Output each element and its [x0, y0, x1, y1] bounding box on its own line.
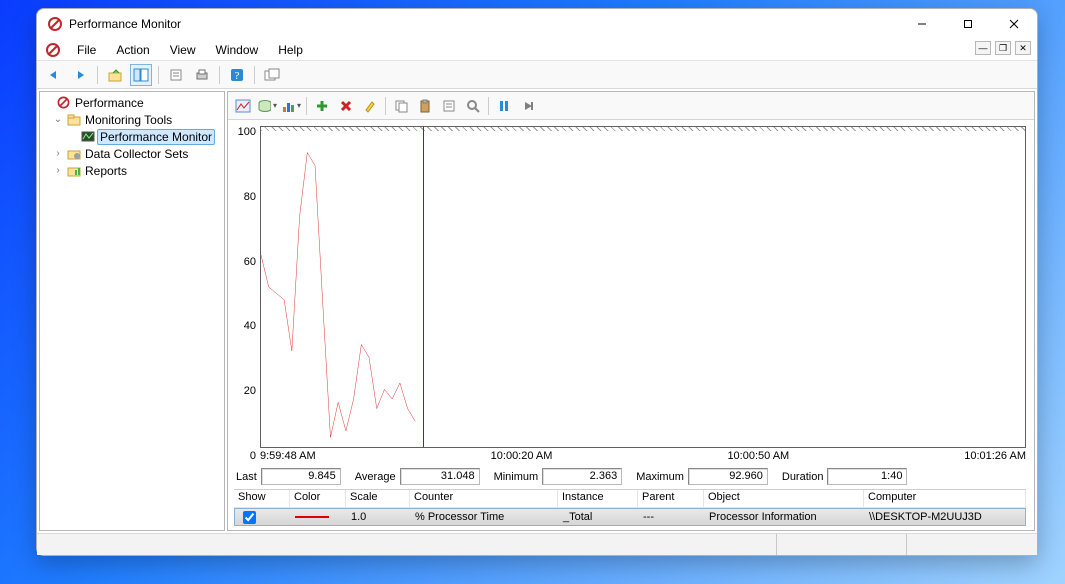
paste-button[interactable] [414, 95, 436, 117]
counter-computer: \\DESKTOP-M2UUJ3D [865, 511, 1025, 523]
svg-text:?: ? [235, 70, 240, 82]
folder-gear-icon [66, 146, 81, 161]
add-counter-button[interactable] [311, 95, 333, 117]
menu-action[interactable]: Action [106, 41, 159, 59]
counter-header-row: Show Color Scale Counter Instance Parent… [234, 490, 1026, 508]
col-color[interactable]: Color [290, 490, 346, 507]
folder-report-icon [66, 163, 81, 178]
menu-window[interactable]: Window [206, 41, 269, 59]
tree-reports[interactable]: › Reports [40, 162, 224, 179]
mdi-minimize-button[interactable]: — [975, 41, 991, 55]
view-log-button[interactable] [256, 95, 278, 117]
tree-performance-monitor[interactable]: Performance Monitor [40, 128, 224, 145]
stat-last-value: 9.845 [261, 468, 341, 485]
tree-data-collector-sets[interactable]: › Data Collector Sets [40, 145, 224, 162]
counter-name: % Processor Time [411, 511, 559, 523]
chart-plot[interactable] [260, 126, 1026, 448]
tree-label: Data Collector Sets [83, 147, 190, 161]
counter-parent: --- [639, 511, 705, 523]
menu-view[interactable]: View [160, 41, 206, 59]
stat-avg-label: Average [355, 471, 396, 483]
col-counter[interactable]: Counter [410, 490, 558, 507]
app-window: Performance Monitor File Action View Win… [36, 8, 1038, 556]
tree-monitoring-tools[interactable]: ⌄ Monitoring Tools [40, 111, 224, 128]
stat-min-value: 2.363 [542, 468, 622, 485]
time-cursor [423, 127, 424, 447]
titlebar[interactable]: Performance Monitor [37, 9, 1037, 39]
tree-root-performance[interactable]: Performance [40, 94, 224, 111]
expand-icon[interactable]: › [52, 165, 64, 176]
y-axis: 100806040200 [234, 126, 260, 462]
tree-label: Reports [83, 164, 129, 178]
tree-label: Performance [73, 96, 146, 110]
up-one-level-button[interactable] [104, 64, 126, 86]
stats-bar: Last 9.845 Average 31.048 Minimum 2.363 … [234, 462, 1026, 489]
minimize-button[interactable] [899, 9, 945, 39]
menubar: File Action View Window Help — ❐ ✕ [37, 39, 1037, 61]
maximize-button[interactable] [945, 9, 991, 39]
view-current-button[interactable] [232, 95, 254, 117]
close-button[interactable] [991, 9, 1037, 39]
counter-instance: _Total [559, 511, 639, 523]
help-button[interactable]: ? [226, 64, 248, 86]
stat-avg-value: 31.048 [400, 468, 480, 485]
x-axis: 9:59:48 AM10:00:20 AM10:00:50 AM10:01:26… [260, 448, 1026, 462]
col-parent[interactable]: Parent [638, 490, 704, 507]
monitor-icon [80, 129, 95, 144]
mdi-close-button[interactable]: ✕ [1015, 41, 1031, 55]
stat-dur-label: Duration [782, 471, 824, 483]
stat-min-label: Minimum [494, 471, 539, 483]
collapse-icon[interactable]: ⌄ [52, 114, 64, 125]
new-window-button[interactable] [261, 64, 283, 86]
app-icon [47, 16, 63, 32]
back-button[interactable] [43, 64, 65, 86]
folder-icon [66, 112, 81, 127]
forward-button[interactable] [69, 64, 91, 86]
status-bar [37, 533, 1037, 555]
menu-file[interactable]: File [67, 41, 106, 59]
col-object[interactable]: Object [704, 490, 864, 507]
performance-icon [56, 95, 71, 110]
properties-button[interactable] [165, 64, 187, 86]
perfmon-toolbar [228, 92, 1034, 120]
tree-panel[interactable]: Performance ⌄ Monitoring Tools Performan… [39, 91, 225, 531]
show-hide-tree-button[interactable] [130, 64, 152, 86]
content-panel: 100806040200 9:59:48 AM10:00:20 AM10:00:… [227, 91, 1035, 531]
col-computer[interactable]: Computer [864, 490, 1026, 507]
stat-last-label: Last [236, 471, 257, 483]
stat-max-label: Maximum [636, 471, 684, 483]
print-button[interactable] [191, 64, 213, 86]
counter-scale: 1.0 [347, 511, 411, 523]
properties-counter-button[interactable] [438, 95, 460, 117]
tree-label: Performance Monitor [97, 129, 215, 145]
window-title: Performance Monitor [69, 17, 181, 31]
col-instance[interactable]: Instance [558, 490, 638, 507]
counter-row[interactable]: 1.0 % Processor Time _Total --- Processo… [234, 508, 1026, 526]
freeze-button[interactable] [493, 95, 515, 117]
stat-dur-value: 1:40 [827, 468, 907, 485]
menu-help[interactable]: Help [268, 41, 313, 59]
counter-color-swatch [295, 516, 329, 518]
tree-label: Monitoring Tools [83, 113, 174, 127]
counter-object: Processor Information [705, 511, 865, 523]
counter-list[interactable]: Show Color Scale Counter Instance Parent… [234, 489, 1026, 526]
delete-counter-button[interactable] [335, 95, 357, 117]
update-button[interactable] [517, 95, 539, 117]
col-scale[interactable]: Scale [346, 490, 410, 507]
mdi-restore-button[interactable]: ❐ [995, 41, 1011, 55]
mdi-app-icon [45, 42, 61, 58]
change-chart-type-button[interactable] [280, 95, 302, 117]
col-show[interactable]: Show [234, 490, 290, 507]
counter-show-checkbox[interactable] [243, 511, 256, 524]
copy-button[interactable] [390, 95, 412, 117]
expand-icon[interactable]: › [52, 148, 64, 159]
zoom-button[interactable] [462, 95, 484, 117]
highlight-button[interactable] [359, 95, 381, 117]
mmc-toolbar: ? [37, 61, 1037, 89]
stat-max-value: 92.960 [688, 468, 768, 485]
